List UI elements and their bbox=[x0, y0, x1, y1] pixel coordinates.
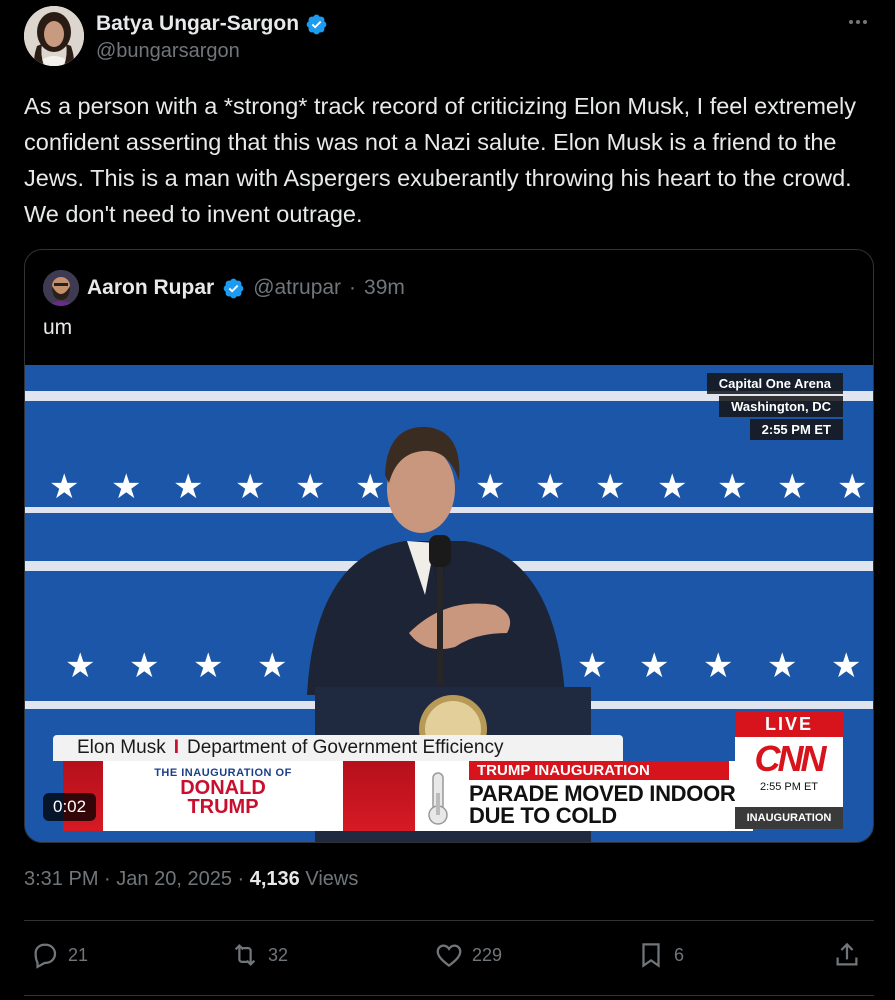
headline-tag: TRUMP INAUGURATION bbox=[469, 761, 729, 780]
news-chyron: Elon Musk I Department of Government Eff… bbox=[53, 735, 753, 831]
reply-icon bbox=[34, 943, 57, 969]
like-button[interactable]: 229 bbox=[434, 940, 502, 970]
repost-count: 32 bbox=[268, 944, 289, 965]
views-count: 4,136 bbox=[249, 868, 300, 890]
headline-line-2: DUE TO COLD bbox=[469, 803, 617, 828]
reply-count: 21 bbox=[68, 944, 89, 965]
chyron-separator: I bbox=[173, 737, 179, 758]
bookmark-count: 6 bbox=[674, 944, 685, 965]
quoted-tweet[interactable]: Aaron Rupar @atrupar · 39m um ★ ★ ★ ★ ★ ★ ★ ★… bbox=[24, 249, 874, 843]
quote-timestamp[interactable]: 39m bbox=[364, 276, 405, 300]
views-label: Views bbox=[305, 868, 359, 890]
author-name[interactable]: Batya Ungar-Sargon bbox=[96, 12, 299, 36]
headline-text: PARADE MOVED INDOORS DUE TO COLD bbox=[469, 783, 750, 827]
svg-text:★: ★ bbox=[295, 468, 325, 506]
tweet-date[interactable]: Jan 20, 2025 bbox=[116, 868, 232, 890]
svg-text:★: ★ bbox=[535, 468, 565, 506]
reply-button[interactable]: 21 bbox=[30, 940, 88, 970]
svg-text:★: ★ bbox=[831, 647, 861, 685]
repost-button[interactable]: 32 bbox=[230, 940, 288, 970]
svg-text:★: ★ bbox=[65, 647, 95, 685]
svg-text:★: ★ bbox=[577, 647, 607, 685]
tweet-text: As a person with a *strong* track record… bbox=[24, 93, 856, 227]
tweet-meta: 3:31 PM · Jan 20, 2025 · 4,136 Views bbox=[24, 868, 358, 891]
svg-text:★: ★ bbox=[595, 468, 625, 506]
tweet-header: Batya Ungar-Sargon @bungarsargon bbox=[24, 6, 874, 70]
svg-text:★: ★ bbox=[475, 468, 505, 506]
svg-text:★: ★ bbox=[49, 468, 79, 506]
live-badge: LIVE bbox=[735, 711, 843, 737]
svg-text:★: ★ bbox=[355, 468, 385, 506]
location-line: Washington, DC bbox=[719, 396, 843, 417]
author-avatar[interactable] bbox=[24, 6, 84, 66]
quote-avatar-image bbox=[43, 270, 79, 306]
divider bbox=[24, 920, 874, 921]
svg-text:★: ★ bbox=[173, 468, 203, 506]
repost-icon bbox=[234, 944, 256, 966]
quote-author-name[interactable]: Aaron Rupar bbox=[87, 276, 214, 300]
location-line: 2:55 PM ET bbox=[749, 419, 843, 440]
verified-badge-icon[interactable] bbox=[305, 13, 328, 36]
location-line: Capital One Arena bbox=[706, 373, 843, 394]
svg-text:★: ★ bbox=[703, 647, 733, 685]
svg-text:★: ★ bbox=[111, 468, 141, 506]
thermometer-icon bbox=[428, 772, 448, 825]
more-dots-icon[interactable] bbox=[842, 10, 874, 34]
chyron-person-name: Elon Musk bbox=[77, 737, 166, 758]
location-overlay: Capital One Arena Washington, DC 2:55 PM… bbox=[706, 373, 843, 440]
bookmark-button[interactable]: 6 bbox=[636, 940, 684, 970]
svg-text:★: ★ bbox=[657, 468, 687, 506]
share-button[interactable] bbox=[832, 940, 862, 970]
cnn-logo: CNN bbox=[754, 738, 827, 779]
svg-text:★: ★ bbox=[777, 468, 807, 506]
chyron-red-panel bbox=[343, 761, 415, 831]
video-duration: 0:02 bbox=[43, 793, 97, 821]
author-avatar-image bbox=[24, 6, 84, 66]
chyron-name-bar: Elon Musk I Department of Government Eff… bbox=[53, 735, 623, 761]
quote-dot: · bbox=[349, 276, 357, 299]
video-player[interactable]: ★ ★ ★ ★ ★ ★ ★ ★ ★ ★ ★ ★ ★ ★ ★ ★ ★ ★ ★ ★ ★ ★ bbox=[25, 365, 873, 842]
quote-author-handle[interactable]: @atrupar bbox=[253, 276, 341, 300]
heart-icon bbox=[436, 944, 462, 968]
inaug-line-2: TRUMP bbox=[187, 796, 259, 818]
divider bbox=[24, 995, 874, 996]
chyron-person-title: Department of Government Efficiency bbox=[186, 737, 504, 758]
headline-line-1: PARADE MOVED INDOORS bbox=[469, 781, 750, 806]
tweet-time[interactable]: 3:31 PM bbox=[24, 868, 98, 890]
svg-text:★: ★ bbox=[235, 468, 265, 506]
share-icon bbox=[836, 942, 858, 966]
author-handle[interactable]: @bungarsargon bbox=[96, 40, 328, 63]
network-time: 2:55 PM ET bbox=[759, 781, 819, 793]
svg-text:★: ★ bbox=[837, 468, 867, 506]
like-count: 229 bbox=[472, 944, 503, 965]
quote-verified-badge-icon[interactable] bbox=[222, 277, 245, 300]
meta-separator: · bbox=[237, 868, 245, 890]
svg-text:★: ★ bbox=[639, 647, 669, 685]
svg-text:★: ★ bbox=[717, 468, 747, 506]
svg-text:★: ★ bbox=[129, 647, 159, 685]
network-tag: INAUGURATION bbox=[735, 807, 843, 829]
inauguration-graphic: THE INAUGURATION OF DONALD TRUMP bbox=[103, 761, 343, 831]
network-bug: LIVE CNN 2:55 PM ET INAUGURATION bbox=[735, 711, 843, 831]
bookmark-icon bbox=[642, 943, 660, 968]
action-bar: 21 32 229 6 bbox=[24, 940, 874, 976]
quote-author-avatar[interactable] bbox=[43, 270, 79, 306]
meta-separator: · bbox=[104, 868, 111, 890]
chyron-headline-bar: THE INAUGURATION OF DONALD TRUMP TRUMP I… bbox=[63, 761, 753, 831]
svg-text:★: ★ bbox=[257, 647, 287, 685]
svg-text:★: ★ bbox=[193, 647, 223, 685]
quote-text: um bbox=[43, 316, 73, 339]
svg-text:★: ★ bbox=[767, 647, 797, 685]
